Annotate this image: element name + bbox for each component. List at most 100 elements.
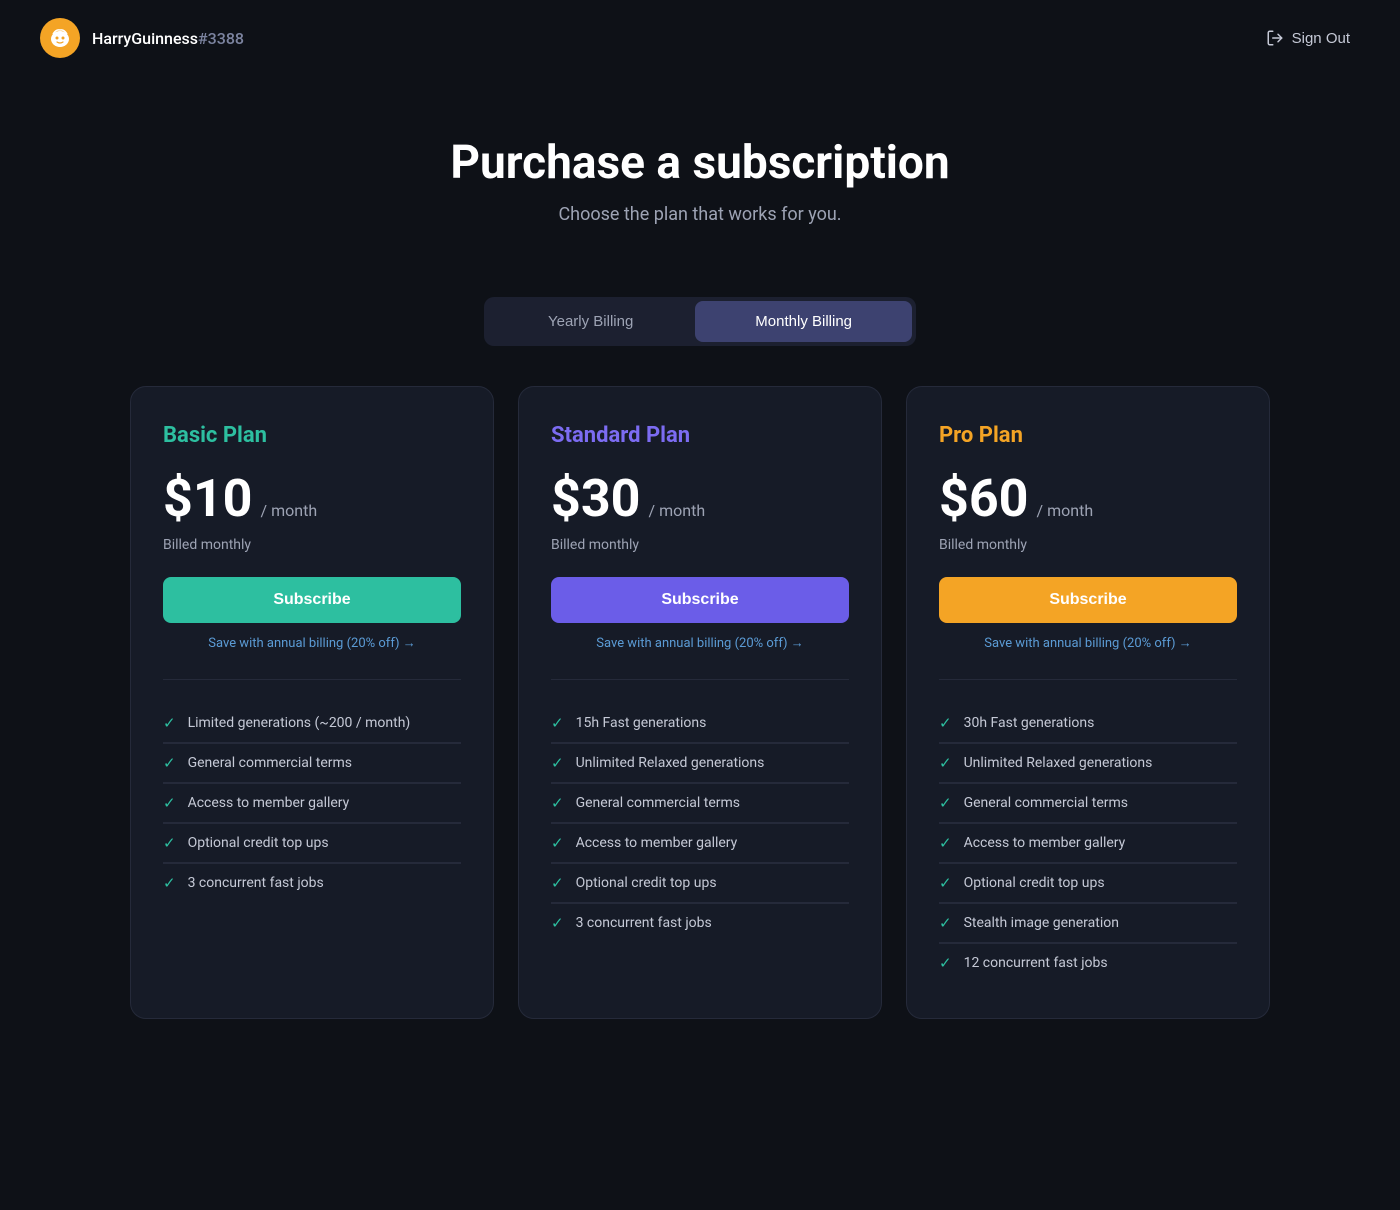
- check-icon: ✓: [163, 754, 176, 772]
- feature-text: Optional credit top ups: [188, 835, 329, 851]
- check-icon: ✓: [551, 874, 564, 892]
- feature-item: ✓ General commercial terms: [163, 744, 461, 782]
- plan-name: Standard Plan: [551, 423, 849, 448]
- features-divider: [939, 679, 1237, 680]
- feature-item: ✓ Unlimited Relaxed generations: [551, 744, 849, 782]
- feature-text: Unlimited Relaxed generations: [964, 755, 1153, 771]
- feature-divider: [551, 782, 849, 783]
- plan-card-pro: Pro Plan $60 / month Billed monthly Subs…: [906, 386, 1270, 1019]
- plan-card-basic: Basic Plan $10 / month Billed monthly Su…: [130, 386, 494, 1019]
- feature-divider: [163, 742, 461, 743]
- features-list-basic: ✓ Limited generations (~200 / month) ✓ G…: [163, 704, 461, 902]
- check-icon: ✓: [551, 834, 564, 852]
- feature-text: 30h Fast generations: [964, 715, 1095, 731]
- check-icon: ✓: [163, 714, 176, 732]
- price-period: / month: [649, 501, 706, 520]
- feature-divider: [551, 902, 849, 903]
- feature-item: ✓ Access to member gallery: [939, 824, 1237, 862]
- header-left: HarryGuinness#3388: [40, 18, 244, 58]
- feature-divider: [163, 782, 461, 783]
- check-icon: ✓: [939, 954, 952, 972]
- price-amount: $10: [163, 468, 253, 529]
- feature-row: ✓ 3 concurrent fast jobs: [163, 864, 461, 902]
- check-icon: ✓: [551, 914, 564, 932]
- feature-item: ✓ Limited generations (~200 / month): [163, 704, 461, 742]
- feature-row: ✓ 12 concurrent fast jobs: [939, 944, 1237, 982]
- feature-row: ✓ 15h Fast generations: [551, 704, 849, 744]
- feature-text: 3 concurrent fast jobs: [576, 915, 712, 931]
- plan-price: $30 / month: [551, 468, 849, 529]
- feature-row: ✓ General commercial terms: [551, 784, 849, 824]
- feature-divider: [163, 822, 461, 823]
- sign-out-button[interactable]: Sign Out: [1256, 23, 1360, 53]
- check-icon: ✓: [939, 834, 952, 852]
- save-annual-link-basic[interactable]: Save with annual billing (20% off) →: [163, 635, 461, 651]
- feature-text: 12 concurrent fast jobs: [964, 955, 1108, 971]
- billing-label: Billed monthly: [163, 537, 461, 553]
- feature-text: Stealth image generation: [964, 915, 1119, 931]
- feature-row: ✓ Unlimited Relaxed generations: [939, 744, 1237, 784]
- billing-toggle: Yearly Billing Monthly Billing: [484, 297, 916, 346]
- billing-toggle-wrapper: Yearly Billing Monthly Billing: [0, 297, 1400, 346]
- feature-text: Optional credit top ups: [964, 875, 1105, 891]
- check-icon: ✓: [939, 794, 952, 812]
- features-divider: [163, 679, 461, 680]
- billing-label: Billed monthly: [939, 537, 1237, 553]
- feature-item: ✓ Unlimited Relaxed generations: [939, 744, 1237, 782]
- subscribe-button-basic[interactable]: Subscribe: [163, 577, 461, 623]
- feature-row: ✓ Access to member gallery: [939, 824, 1237, 864]
- feature-row: ✓ 30h Fast generations: [939, 704, 1237, 744]
- feature-row: ✓ Optional credit top ups: [939, 864, 1237, 904]
- price-amount: $60: [939, 468, 1029, 529]
- feature-divider: [551, 862, 849, 863]
- feature-item: ✓ Access to member gallery: [163, 784, 461, 822]
- feature-text: 15h Fast generations: [576, 715, 707, 731]
- plan-card-standard: Standard Plan $30 / month Billed monthly…: [518, 386, 882, 1019]
- check-icon: ✓: [939, 714, 952, 732]
- feature-row: ✓ Limited generations (~200 / month): [163, 704, 461, 744]
- plan-price: $60 / month: [939, 468, 1237, 529]
- subscribe-button-standard[interactable]: Subscribe: [551, 577, 849, 623]
- feature-item: ✓ Optional credit top ups: [939, 864, 1237, 902]
- feature-item: ✓ 3 concurrent fast jobs: [551, 904, 849, 942]
- feature-item: ✓ Optional credit top ups: [163, 824, 461, 862]
- price-period: / month: [261, 501, 318, 520]
- feature-text: Limited generations (~200 / month): [188, 715, 411, 731]
- username: HarryGuinness#3388: [92, 29, 244, 48]
- feature-divider: [939, 902, 1237, 903]
- feature-item: ✓ 30h Fast generations: [939, 704, 1237, 742]
- feature-item: ✓ General commercial terms: [939, 784, 1237, 822]
- check-icon: ✓: [939, 914, 952, 932]
- feature-row: ✓ Optional credit top ups: [551, 864, 849, 904]
- hero-section: Purchase a subscription Choose the plan …: [0, 76, 1400, 265]
- features-divider: [551, 679, 849, 680]
- feature-item: ✓ 12 concurrent fast jobs: [939, 944, 1237, 982]
- save-annual-link-standard[interactable]: Save with annual billing (20% off) →: [551, 635, 849, 651]
- feature-item: ✓ 15h Fast generations: [551, 704, 849, 742]
- page-title: Purchase a subscription: [40, 136, 1360, 190]
- save-annual-link-pro[interactable]: Save with annual billing (20% off) →: [939, 635, 1237, 651]
- features-list-pro: ✓ 30h Fast generations ✓ Unlimited Relax…: [939, 704, 1237, 982]
- feature-text: General commercial terms: [188, 755, 352, 771]
- plan-name: Basic Plan: [163, 423, 461, 448]
- feature-divider: [939, 742, 1237, 743]
- feature-item: ✓ 3 concurrent fast jobs: [163, 864, 461, 902]
- yearly-billing-button[interactable]: Yearly Billing: [488, 301, 693, 342]
- monthly-billing-button[interactable]: Monthly Billing: [695, 301, 912, 342]
- feature-item: ✓ Stealth image generation: [939, 904, 1237, 942]
- check-icon: ✓: [939, 754, 952, 772]
- feature-item: ✓ Optional credit top ups: [551, 864, 849, 902]
- feature-text: Access to member gallery: [964, 835, 1126, 851]
- price-period: / month: [1037, 501, 1094, 520]
- feature-divider: [163, 862, 461, 863]
- subscribe-button-pro[interactable]: Subscribe: [939, 577, 1237, 623]
- feature-row: ✓ Access to member gallery: [551, 824, 849, 864]
- feature-row: ✓ Unlimited Relaxed generations: [551, 744, 849, 784]
- feature-divider: [551, 822, 849, 823]
- price-amount: $30: [551, 468, 641, 529]
- feature-row: ✓ Stealth image generation: [939, 904, 1237, 944]
- feature-row: ✓ General commercial terms: [163, 744, 461, 784]
- check-icon: ✓: [551, 754, 564, 772]
- check-icon: ✓: [163, 794, 176, 812]
- feature-divider: [939, 782, 1237, 783]
